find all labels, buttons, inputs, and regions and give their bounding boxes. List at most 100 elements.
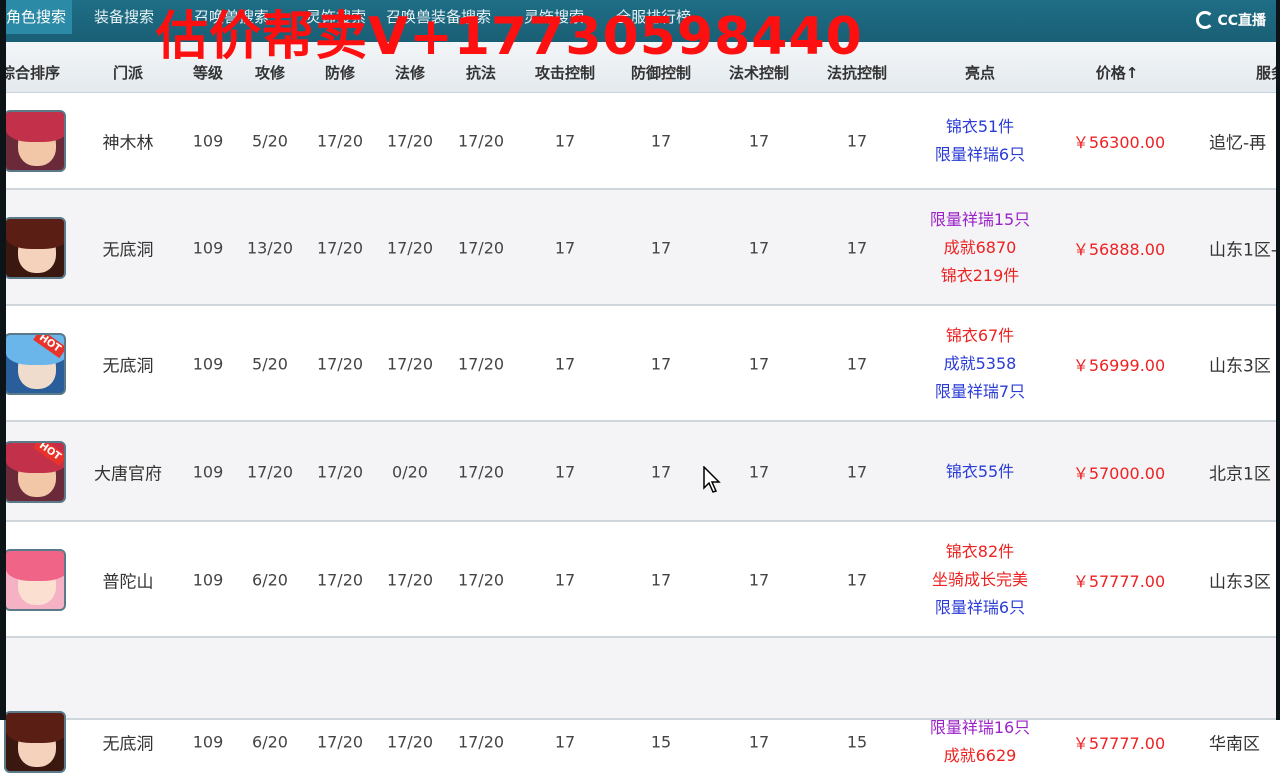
cell-level: 109 bbox=[192, 732, 224, 752]
cell-server: 追忆-再 bbox=[1209, 133, 1267, 154]
cell-defense-control: 15 bbox=[650, 732, 672, 752]
cell-magic-control: 17 bbox=[748, 354, 770, 374]
table-row[interactable]: 神木林 109 5/20 17/20 17/20 17/20 17 17 17 17 锦衣51件 限量… bbox=[0, 92, 1280, 190]
highlights-list: 限量祥瑞16只 成就6629 bbox=[930, 714, 1030, 770]
pink-hair-girl-avatar[interactable] bbox=[4, 549, 66, 611]
cell-defense-cultivation: 17/20 bbox=[316, 462, 364, 482]
cell-school: 无底洞 bbox=[102, 734, 154, 755]
cell-attack-control: 17 bbox=[554, 570, 576, 590]
cell-resist-control: 17 bbox=[846, 354, 868, 374]
cell-attack-cultivation: 13/20 bbox=[246, 238, 294, 258]
col-sort-overall[interactable]: 综合排序 bbox=[0, 42, 60, 92]
highlight-item: 锦衣219件 bbox=[940, 266, 1020, 285]
tab-role-search[interactable]: 角色搜索 bbox=[0, 0, 73, 34]
cell-level: 109 bbox=[192, 131, 224, 151]
mouse-cursor-icon bbox=[703, 466, 721, 493]
highlight-item: 锦衣51件 bbox=[945, 117, 1015, 136]
red-hair-swordsman-avatar[interactable] bbox=[4, 110, 66, 172]
cell-resist-control: 17 bbox=[846, 238, 868, 258]
cell-server: 山东1区- bbox=[1209, 240, 1277, 261]
cell-magic-resist: 17/20 bbox=[457, 354, 505, 374]
tab-equipment-search[interactable]: 装备搜索 bbox=[88, 0, 160, 34]
cell-defense-cultivation: 17/20 bbox=[316, 131, 364, 151]
cell-attack-cultivation: 6/20 bbox=[252, 732, 288, 752]
cell-magic-control: 17 bbox=[748, 238, 770, 258]
highlight-item: 锦衣82件 bbox=[945, 542, 1015, 561]
table-row[interactable]: 无底洞 109 13/20 17/20 17/20 17/20 17 17 17 17 限量祥瑞15… bbox=[0, 190, 1280, 306]
cell-defense-control: 17 bbox=[650, 238, 672, 258]
avatar-hair bbox=[6, 551, 64, 581]
col-price-sort[interactable]: 价格↑ bbox=[1096, 42, 1139, 92]
cell-defense-control: 17 bbox=[650, 570, 672, 590]
watermark-overlay: 估价帮卖V+17730598440 bbox=[156, 7, 863, 67]
col-highlights: 亮点 bbox=[964, 64, 996, 82]
highlight-item: 成就6870 bbox=[943, 238, 1017, 257]
blue-hair-hero-avatar[interactable]: HOT bbox=[4, 333, 66, 395]
brown-hair-girl-avatar[interactable] bbox=[4, 217, 66, 279]
brown-hair-girl-avatar[interactable] bbox=[4, 711, 66, 773]
highlight-item: 坐骑成长完美 bbox=[931, 570, 1029, 589]
col-school: 门派 bbox=[112, 64, 144, 82]
cell-price: ￥56999.00 bbox=[1072, 356, 1166, 375]
cell-magic-cultivation: 17/20 bbox=[386, 131, 434, 151]
cell-attack-control: 17 bbox=[554, 354, 576, 374]
avatar-hair bbox=[6, 713, 64, 743]
highlight-item: 限量祥瑞16只 bbox=[929, 718, 1031, 737]
highlight-item: 锦衣55件 bbox=[945, 462, 1015, 481]
cell-level: 109 bbox=[192, 238, 224, 258]
highlights-list: 锦衣51件 限量祥瑞6只 bbox=[935, 113, 1025, 169]
table-row[interactable]: 普陀山 109 6/20 17/20 17/20 17/20 17 17 17 17 锦衣82件 坐骑… bbox=[0, 522, 1280, 638]
cell-price: ￥56300.00 bbox=[1072, 133, 1166, 152]
cell-school: 普陀山 bbox=[102, 572, 154, 593]
cell-level: 109 bbox=[192, 462, 224, 482]
cell-magic-resist: 17/20 bbox=[457, 732, 505, 752]
cell-server: 山东3区 bbox=[1209, 572, 1271, 593]
highlight-item: 成就6629 bbox=[943, 746, 1017, 765]
cell-attack-control: 17 bbox=[554, 238, 576, 258]
highlight-item: 限量祥瑞6只 bbox=[934, 598, 1026, 617]
cell-magic-control: 17 bbox=[748, 462, 770, 482]
table-row[interactable]: HOT 大唐官府 109 17/20 17/20 0/20 17/20 17 17 17 17 锦衣5… bbox=[0, 422, 1280, 522]
cell-attack-control: 17 bbox=[554, 732, 576, 752]
cell-magic-resist: 17/20 bbox=[457, 570, 505, 590]
highlight-item: 限量祥瑞15只 bbox=[929, 210, 1031, 229]
cell-attack-cultivation: 6/20 bbox=[252, 570, 288, 590]
cc-logo-icon bbox=[1196, 11, 1215, 29]
cell-magic-control: 17 bbox=[748, 131, 770, 151]
cell-server: 华南区 bbox=[1209, 734, 1260, 755]
cell-defense-control: 17 bbox=[650, 462, 672, 482]
cell-attack-cultivation: 17/20 bbox=[246, 462, 294, 482]
cell-resist-control: 17 bbox=[846, 462, 868, 482]
cell-school: 无底洞 bbox=[102, 240, 154, 261]
cell-resist-control: 17 bbox=[846, 570, 868, 590]
red-hair-swordsman-avatar[interactable]: HOT bbox=[4, 441, 66, 503]
cell-magic-resist: 17/20 bbox=[457, 238, 505, 258]
highlight-item: 成就5358 bbox=[943, 354, 1017, 373]
highlights-list: 锦衣55件 bbox=[946, 458, 1014, 486]
cell-attack-control: 17 bbox=[554, 131, 576, 151]
table-row[interactable]: 无底洞 109 6/20 17/20 17/20 17/20 17 15 17 15 限量祥瑞16只… bbox=[0, 638, 1280, 773]
cell-attack-cultivation: 5/20 bbox=[252, 354, 288, 374]
logo-text: CC直播 bbox=[1217, 13, 1266, 29]
cell-defense-control: 17 bbox=[650, 354, 672, 374]
cell-school: 大唐官府 bbox=[94, 464, 162, 485]
table-row[interactable]: HOT 无底洞 109 5/20 17/20 17/20 17/20 17 17 17 17 锦衣67… bbox=[0, 306, 1280, 422]
cell-magic-cultivation: 17/20 bbox=[386, 238, 434, 258]
highlights-list: 锦衣82件坐骑成长完美 限量祥瑞6只 bbox=[932, 538, 1028, 622]
cell-attack-cultivation: 5/20 bbox=[252, 131, 288, 151]
cell-price: ￥57000.00 bbox=[1072, 464, 1166, 483]
cc-live-logo: CC直播 bbox=[1196, 8, 1266, 32]
cell-level: 109 bbox=[192, 354, 224, 374]
screen-border-right bbox=[1276, 0, 1280, 720]
cell-resist-control: 15 bbox=[846, 732, 868, 752]
cell-price: ￥56888.00 bbox=[1072, 240, 1166, 259]
cell-magic-cultivation: 0/20 bbox=[392, 462, 428, 482]
cell-defense-cultivation: 17/20 bbox=[316, 238, 364, 258]
cell-magic-cultivation: 17/20 bbox=[386, 570, 434, 590]
highlights-list: 限量祥瑞15只 成就6870 锦衣219件 bbox=[930, 206, 1030, 290]
cell-magic-resist: 17/20 bbox=[457, 131, 505, 151]
cell-magic-control: 17 bbox=[748, 732, 770, 752]
cell-magic-cultivation: 17/20 bbox=[386, 354, 434, 374]
cell-server: 山东3区 bbox=[1209, 356, 1271, 377]
avatar-hair bbox=[6, 112, 64, 142]
